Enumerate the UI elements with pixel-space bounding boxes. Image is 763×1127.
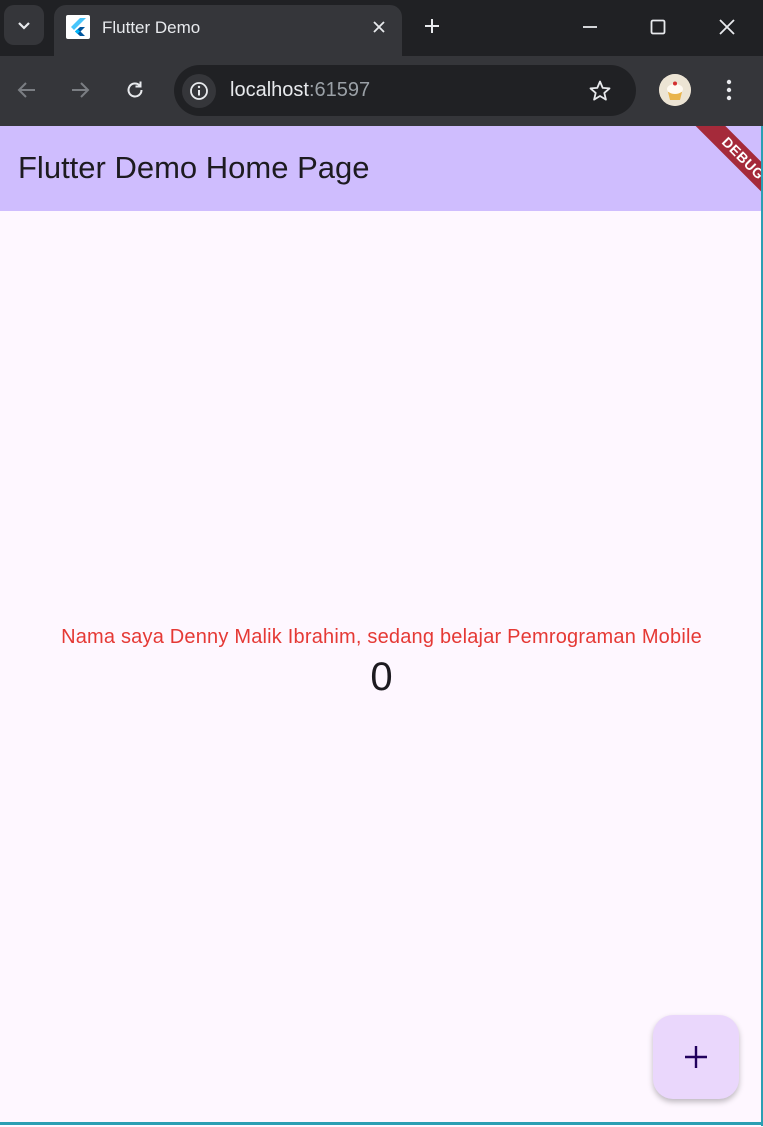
tab-flutter-demo[interactable]: Flutter Demo xyxy=(54,5,402,56)
close-icon xyxy=(719,19,735,35)
window-border-bottom xyxy=(0,1122,763,1125)
address-bar[interactable]: localhost:61597 xyxy=(174,65,636,116)
flutter-logo-icon xyxy=(66,15,90,39)
tab-title: Flutter Demo xyxy=(102,18,201,37)
arrow-right-icon xyxy=(72,82,90,98)
forward-button[interactable] xyxy=(64,74,96,106)
chevron-down-icon xyxy=(18,22,30,30)
browser-menu-button[interactable] xyxy=(714,74,744,106)
info-icon xyxy=(190,82,208,100)
more-vert-icon xyxy=(726,79,732,101)
minimize-button[interactable] xyxy=(570,8,610,46)
url-port: :61597 xyxy=(308,79,371,101)
url-host: localhost xyxy=(230,79,309,101)
tab-search-button[interactable] xyxy=(4,5,44,45)
arrow-left-icon xyxy=(17,82,35,98)
minimize-icon xyxy=(583,26,597,28)
star-icon xyxy=(589,80,611,101)
maximize-icon xyxy=(650,19,666,35)
site-info-button[interactable] xyxy=(182,74,216,108)
bookmark-button[interactable] xyxy=(586,77,614,105)
profile-avatar[interactable] xyxy=(659,74,691,106)
close-icon xyxy=(373,21,385,33)
plus-icon xyxy=(685,1046,707,1068)
browser-toolbar: localhost:61597 xyxy=(0,56,763,126)
close-window-button[interactable] xyxy=(707,8,747,46)
reload-button[interactable] xyxy=(119,74,151,106)
plus-icon xyxy=(425,19,439,33)
flutter-app: Flutter Demo Home Page DEBUG Nama saya D… xyxy=(0,126,763,1127)
increment-button[interactable] xyxy=(653,1015,739,1099)
main-content: Nama saya Denny Malik Ibrahim, sedang be… xyxy=(0,626,763,700)
maximize-button[interactable] xyxy=(638,8,678,46)
back-button[interactable] xyxy=(11,74,43,106)
counter-value: 0 xyxy=(370,655,393,699)
page-title: Flutter Demo Home Page xyxy=(18,150,370,185)
tab-close-button[interactable] xyxy=(368,16,390,38)
new-tab-button[interactable] xyxy=(418,12,446,40)
tab-strip: Flutter Demo xyxy=(0,0,763,56)
app-bar: Flutter Demo Home Page xyxy=(0,126,763,211)
intro-message: Nama saya Denny Malik Ibrahim, sedang be… xyxy=(61,626,702,648)
browser-window: Flutter Demo localhost:61597 Flutter Dem… xyxy=(0,0,763,1127)
url-text: localhost:61597 xyxy=(230,79,370,102)
reload-icon xyxy=(127,81,143,98)
avatar-cupcake-icon xyxy=(659,74,691,106)
